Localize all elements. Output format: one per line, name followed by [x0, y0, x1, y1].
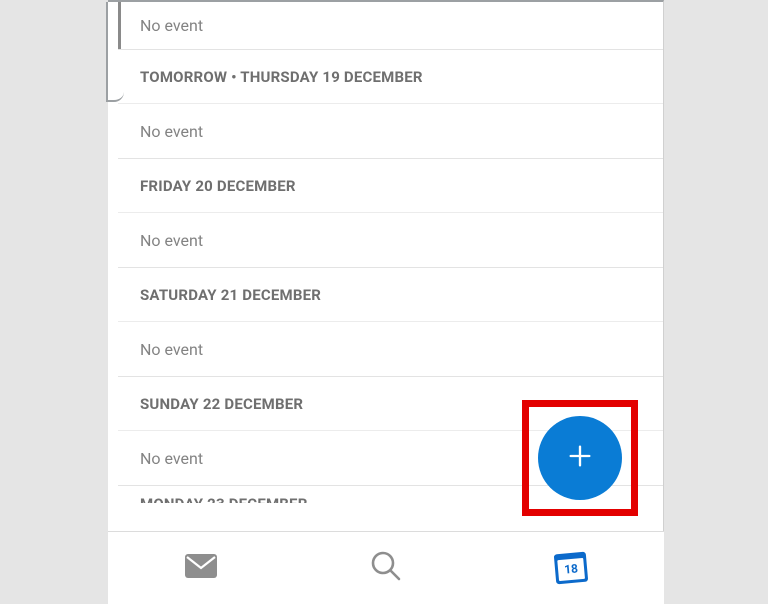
- bottom-nav: 18: [108, 531, 664, 604]
- day-header-label: SATURDAY 21 DECEMBER: [140, 286, 321, 304]
- day-header-label: FRIDAY 20 DECEMBER: [140, 177, 296, 195]
- agenda-empty-row: No event: [118, 212, 663, 267]
- day-header-label: TOMORROW • THURSDAY 19 DECEMBER: [140, 68, 423, 86]
- no-event-label: No event: [140, 122, 203, 141]
- agenda-empty-row: No event: [118, 2, 663, 49]
- plus-icon: [566, 442, 594, 474]
- day-header-tomorrow: TOMORROW • THURSDAY 19 DECEMBER: [118, 49, 663, 103]
- no-event-label: No event: [140, 16, 203, 35]
- nav-calendar[interactable]: 18: [551, 548, 591, 588]
- agenda-empty-row: No event: [118, 321, 663, 376]
- day-header-label: SUNDAY 22 DECEMBER: [140, 395, 303, 413]
- day-header-friday: FRIDAY 20 DECEMBER: [118, 158, 663, 212]
- no-event-label: No event: [140, 449, 203, 468]
- nav-mail[interactable]: [181, 548, 221, 588]
- mail-icon: [184, 553, 218, 583]
- no-event-label: No event: [140, 340, 203, 359]
- day-header-saturday: SATURDAY 21 DECEMBER: [118, 267, 663, 321]
- day-header-label: MONDAY 23 DECEMBER: [140, 495, 308, 503]
- add-event-button[interactable]: [538, 416, 622, 500]
- nav-search[interactable]: [366, 548, 406, 588]
- agenda-empty-row: No event: [118, 103, 663, 158]
- calendar-icon: 18: [554, 552, 588, 585]
- search-icon: [370, 550, 402, 586]
- calendar-icon-date: 18: [555, 561, 588, 578]
- no-event-label: No event: [140, 231, 203, 250]
